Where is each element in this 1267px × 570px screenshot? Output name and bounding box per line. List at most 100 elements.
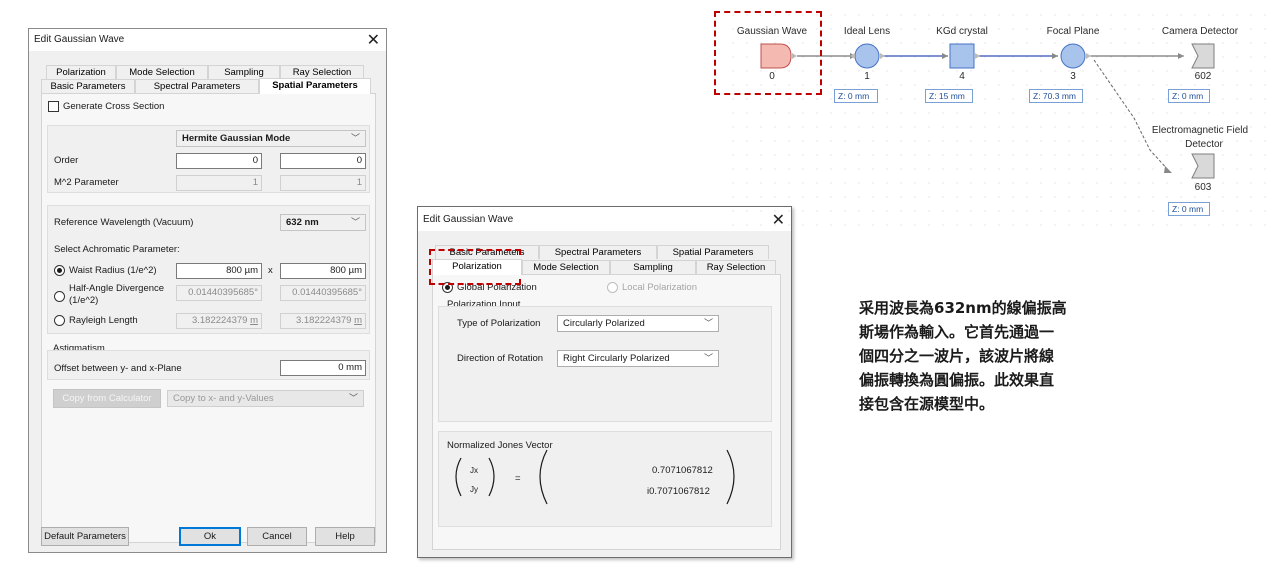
copy-from-calculator-button[interactable]: Copy from Calculator — [53, 389, 161, 408]
tab-mode-selection[interactable]: Mode Selection — [116, 65, 208, 79]
m2-label: M^2 Parameter — [54, 177, 119, 188]
chevron-down-icon: ﹀ — [350, 217, 360, 227]
rayleigh-x-value: 3.182224379 m — [176, 313, 262, 329]
tab-spatial-parameters[interactable]: Spatial Parameters — [259, 78, 371, 94]
generate-cross-section-label: Generate Cross Section — [63, 101, 165, 112]
local-polarization-label: Local Polarization — [622, 282, 697, 293]
rayleigh-y-value: 3.182224379 m — [280, 313, 366, 329]
copy-to-combo[interactable]: Copy to x- and y-Values ﹀ — [167, 390, 364, 407]
direction-of-rotation-combo[interactable]: Right Circularly Polarized ﹀ — [557, 350, 719, 367]
jones-y-value: i0.7071067812 — [647, 486, 710, 497]
times-sign: x — [268, 265, 273, 276]
waist-radius-radio[interactable] — [54, 265, 65, 276]
order-x-input[interactable]: 0 — [176, 153, 262, 169]
polarization-input-group: Type of Polarization Circularly Polarize… — [438, 306, 772, 422]
rayleigh-label: Rayleigh Length — [69, 315, 138, 326]
tab-spectral-parameters[interactable]: Spectral Parameters — [135, 79, 259, 93]
note-line: 偏振轉換為圓偏振。此效果直 — [859, 371, 1055, 389]
tab-polarization[interactable]: Polarization — [46, 65, 116, 79]
jones-x-value: 0.7071067812 — [652, 465, 713, 476]
waist-radius-label: Waist Radius (1/e^2) — [69, 265, 157, 276]
cancel-button[interactable]: Cancel — [247, 527, 307, 546]
focal-plane-z[interactable]: Z: 70.3 mm — [1029, 89, 1083, 103]
order-y-input[interactable]: 0 — [280, 153, 366, 169]
offset-label: Offset between y- and x-Plane — [54, 363, 182, 374]
chevron-down-icon: ﹀ — [703, 353, 713, 363]
m2-y-value: 1 — [280, 175, 366, 191]
camera-detector-z[interactable]: Z: 0 mm — [1168, 89, 1210, 103]
wavelength-group: Reference Wavelength (Vacuum) 632 nm ﹀ Se… — [47, 205, 370, 334]
jones-jy-label: Jy — [470, 485, 478, 494]
type-of-polarization-combo[interactable]: Circularly Polarized ﹀ — [557, 315, 719, 332]
description-note: 采用波長為632nm的線偏振高 斯場作為輸入。它首先通過一 個四分之一波片，該波… — [859, 296, 1145, 416]
chevron-down-icon: ﹀ — [703, 318, 713, 328]
kgd-crystal-z[interactable]: Z: 15 mm — [925, 89, 973, 103]
em-detector-z[interactable]: Z: 0 mm — [1168, 202, 1210, 216]
kgd-crystal-label: KGd crystal — [936, 26, 988, 37]
tab-basic-parameters[interactable]: Basic Parameters — [41, 79, 135, 93]
ref-wavelength-combo[interactable]: 632 nm ﹀ — [280, 214, 366, 231]
camera-detector-id: 602 — [1194, 71, 1212, 82]
generate-cross-section-checkbox[interactable] — [48, 101, 59, 112]
focal-plane-label: Focal Plane — [1046, 26, 1100, 37]
jones-vector-group: Normalized Jones Vector Jx Jy = 0.707106… — [438, 431, 772, 527]
focal-plane-icon[interactable] — [1060, 43, 1086, 69]
kgd-crystal-id: 4 — [959, 71, 965, 82]
tab-spectral-parameters[interactable]: Spectral Parameters — [539, 245, 657, 259]
ok-button[interactable]: Ok — [179, 527, 241, 546]
tab-sampling[interactable]: Sampling — [208, 65, 280, 79]
edit-gaussian-wave-dialog-spatial: Edit Gaussian Wave ✕ Polarization Mode S… — [28, 28, 387, 553]
astigmatism-group: Offset between y- and x-Plane 0 mm — [47, 350, 370, 380]
mode-combo[interactable]: Hermite Gaussian Mode ﹀ — [176, 130, 366, 147]
gaussian-wave-highlight — [714, 11, 822, 95]
ideal-lens-id: 1 — [864, 71, 870, 82]
tab-sampling[interactable]: Sampling — [610, 260, 696, 274]
divergence-label-2: (1/e^2) — [69, 295, 99, 306]
jones-vector-brackets — [455, 449, 735, 505]
note-line: 斯場作為輸入。它首先通過一 — [859, 323, 1055, 341]
camera-detector-label: Camera Detector — [1161, 26, 1239, 37]
tab-ray-selection[interactable]: Ray Selection — [696, 260, 776, 274]
note-line: 個四分之一波片，該波片將線 — [859, 347, 1055, 365]
ideal-lens-label: Ideal Lens — [843, 26, 891, 37]
tab-mode-selection[interactable]: Mode Selection — [522, 260, 610, 274]
em-detector-label: Electromagnetic Field — [1151, 125, 1249, 136]
polarization-tab-page: Global Polarization Local Polarization P… — [432, 274, 781, 550]
default-parameters-button[interactable]: Default Parameters — [41, 527, 129, 546]
rayleigh-radio[interactable] — [54, 315, 65, 326]
kgd-crystal-icon[interactable] — [949, 43, 975, 69]
divergence-y-value: 0.01440395685° — [280, 285, 366, 301]
offset-input[interactable]: 0 mm — [280, 360, 366, 376]
direction-of-rotation-label: Direction of Rotation — [457, 353, 544, 364]
chevron-down-icon: ﹀ — [350, 133, 360, 143]
close-icon[interactable]: ✕ — [367, 30, 380, 50]
divergence-x-value: 0.01440395685° — [176, 285, 262, 301]
help-button[interactable]: Help — [315, 527, 375, 546]
dialog-title: Edit Gaussian Wave — [34, 34, 125, 45]
ideal-lens-z[interactable]: Z: 0 mm — [834, 89, 878, 103]
m2-x-value: 1 — [176, 175, 262, 191]
focal-plane-id: 3 — [1070, 71, 1076, 82]
dialog-titlebar: Edit Gaussian Wave ✕ — [29, 29, 386, 51]
achromatic-label: Select Achromatic Parameter: — [54, 244, 180, 255]
dialog-body: Polarization Mode Selection Sampling Ray… — [29, 51, 386, 552]
note-line: 采用波長為632nm的線偏振高 — [859, 299, 1067, 317]
local-polarization-radio[interactable] — [607, 282, 618, 293]
tab-polarization[interactable]: Polarization — [432, 259, 522, 275]
ref-wavelength-label: Reference Wavelength (Vacuum) — [54, 217, 194, 228]
tab-ray-selection[interactable]: Ray Selection — [280, 65, 364, 79]
note-line: 接包含在源模型中。 — [859, 395, 995, 413]
divergence-label: Half-Angle Divergence — [69, 283, 165, 294]
waist-y-input[interactable]: 800 µm — [280, 263, 366, 279]
type-of-polarization-label: Type of Polarization — [457, 318, 541, 329]
chevron-down-icon: ﹀ — [348, 393, 358, 403]
jones-equals: = — [515, 473, 521, 484]
order-label: Order — [54, 155, 79, 166]
divergence-radio[interactable] — [54, 291, 65, 302]
waist-x-input[interactable]: 800 µm — [176, 263, 262, 279]
spatial-tab-page: Generate Cross Section Hermite Gaussian … — [41, 93, 376, 543]
tab-spatial-parameters[interactable]: Spatial Parameters — [657, 245, 769, 259]
mode-group: Hermite Gaussian Mode ﹀ Order 0 0 M^2 Par… — [47, 125, 370, 193]
jones-jx-label: Jx — [470, 466, 478, 475]
ideal-lens-icon[interactable] — [854, 43, 880, 69]
